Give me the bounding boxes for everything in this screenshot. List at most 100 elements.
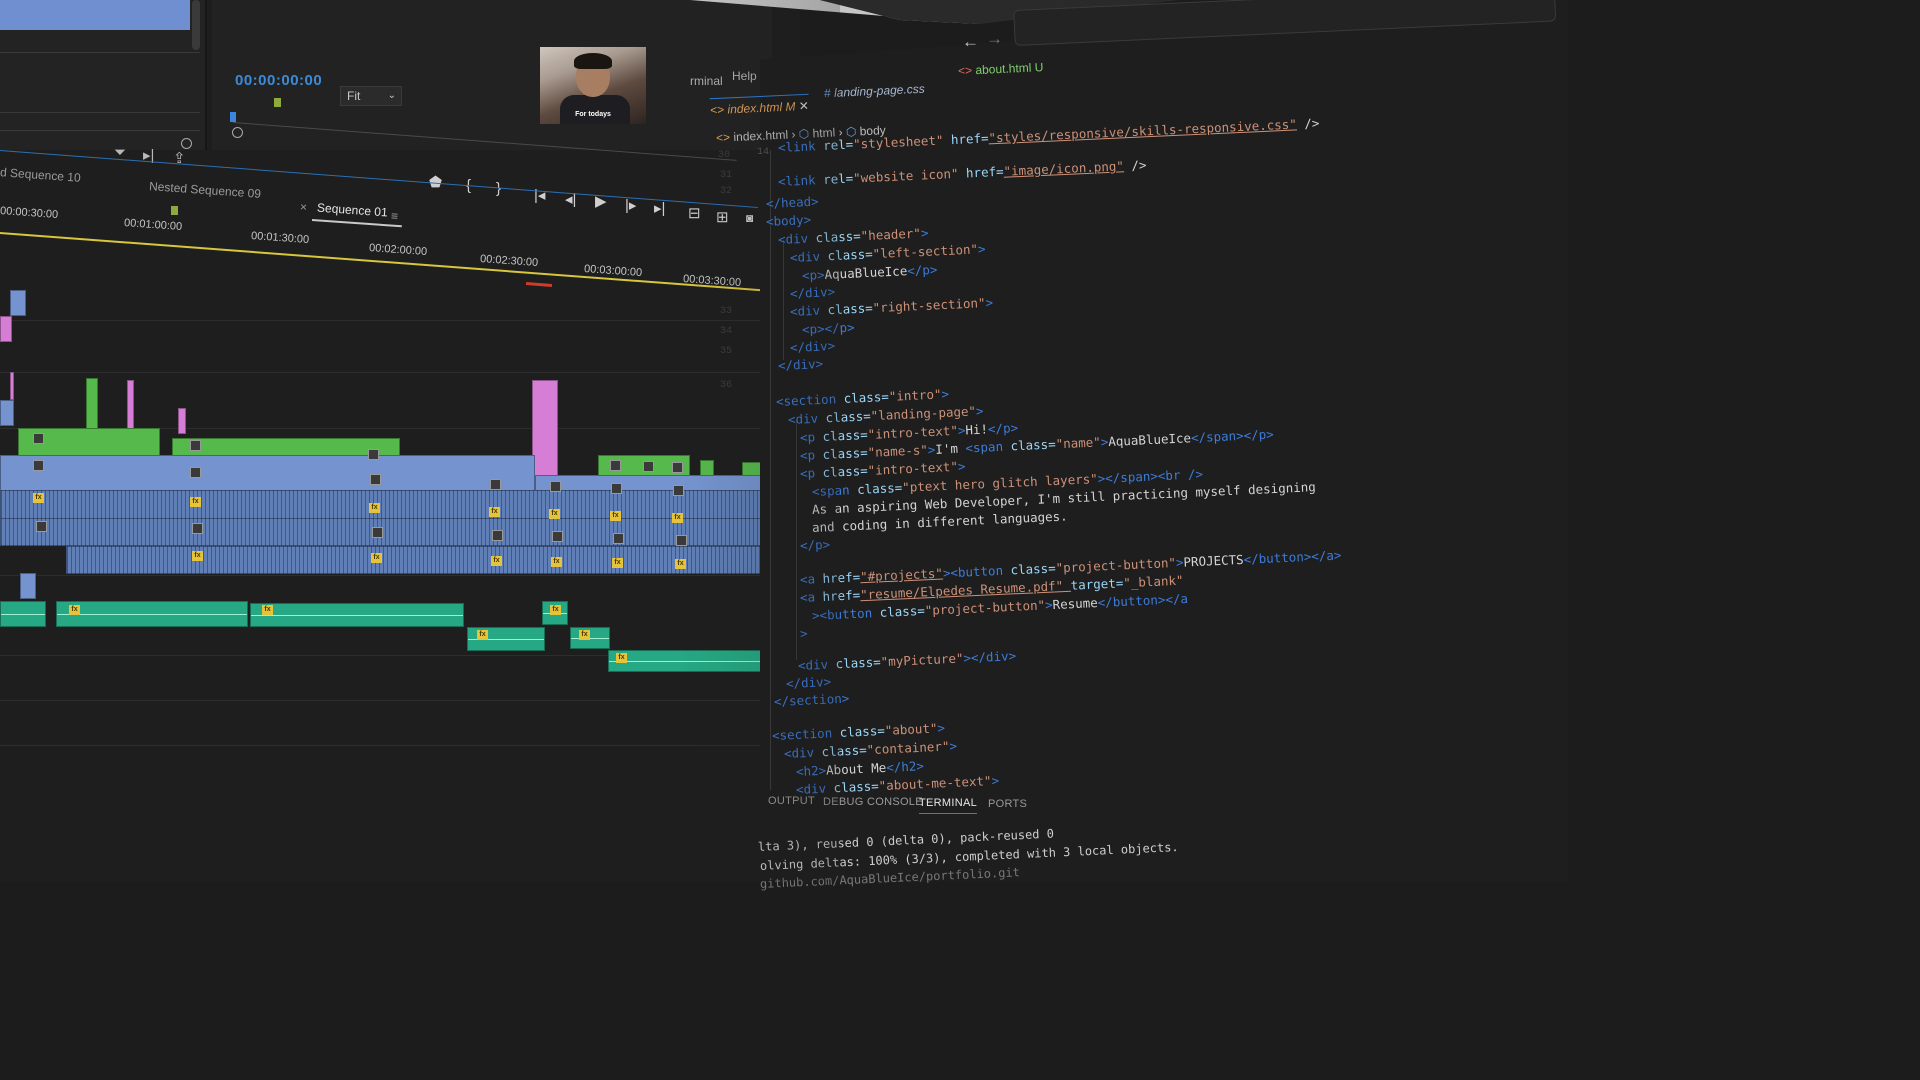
code-line[interactable]: </head> (766, 194, 819, 211)
audio-clip[interactable] (0, 601, 46, 627)
graphic-clip[interactable] (0, 316, 12, 342)
code-token: /> (1296, 115, 1320, 132)
code-token: <link (777, 137, 824, 155)
code-token: I'm (935, 440, 966, 457)
scrollbar[interactable] (192, 0, 200, 50)
clip-effect-marker (552, 531, 563, 542)
marker[interactable] (274, 98, 281, 107)
code-token: rel= (822, 136, 854, 153)
hamburger-icon[interactable]: ≡ (391, 209, 399, 223)
render-bar-red (525, 282, 553, 287)
chevron-down-icon: ⌄ (387, 90, 396, 101)
line-number: 14 (757, 147, 770, 158)
clip-effect-marker (372, 527, 383, 538)
indent-guide (796, 420, 797, 660)
timeline-marker[interactable] (171, 206, 178, 215)
clip-effect-marker (368, 449, 379, 460)
menu-help[interactable]: Help (732, 69, 757, 83)
video-clip[interactable] (10, 290, 26, 316)
clip-effect-marker (370, 474, 381, 485)
fx-badge[interactable]: fx (192, 551, 203, 561)
clip-effect-marker (33, 433, 44, 444)
monitor-playhead[interactable] (230, 112, 236, 122)
code-line[interactable]: <body> (766, 212, 812, 229)
panel-tab-output[interactable]: OUTPUT (768, 795, 815, 807)
fx-badge[interactable]: fx (69, 605, 80, 615)
close-icon[interactable]: ✕ (799, 99, 810, 113)
menu-terminal[interactable]: rminal (690, 74, 723, 88)
fx-badge[interactable]: fx (369, 503, 380, 513)
tab-sequence-10[interactable]: d Sequence 10 (0, 165, 81, 185)
fx-badge[interactable]: fx (551, 557, 562, 567)
code-token: </h2> (885, 758, 925, 775)
video-clip[interactable] (20, 573, 36, 599)
work-area-bar[interactable] (0, 232, 798, 294)
clip-effect-marker (190, 440, 201, 451)
graphic-clip[interactable] (178, 408, 186, 434)
fit-dropdown[interactable]: Fit ⌄ (340, 86, 402, 106)
code-line[interactable]: </div> (790, 338, 836, 355)
indent-guide (783, 240, 784, 360)
zoom-handle[interactable] (181, 138, 192, 149)
code-token: > (957, 458, 966, 474)
panel-tab-terminal[interactable]: TERMINAL (919, 797, 978, 814)
go-to-out-icon[interactable]: ▸| (654, 199, 665, 217)
code-token: <div (797, 656, 836, 673)
fx-badge[interactable]: fx (477, 630, 488, 640)
audio-clip[interactable] (250, 603, 464, 627)
code-token: "_blank" (1122, 572, 1184, 591)
graphic-clip[interactable] (10, 372, 14, 400)
tab-nested-sequence-09[interactable]: Nested Sequence 09 (149, 179, 262, 201)
code-line[interactable]: > (800, 626, 808, 641)
back-arrow-icon[interactable]: ← (962, 32, 979, 52)
scrub-start-handle[interactable] (232, 127, 243, 138)
monitor-timecode[interactable]: 00:00:00:00 (235, 72, 322, 89)
fx-badge[interactable]: fx (33, 493, 44, 503)
panel-tab-ports[interactable]: PORTS (988, 798, 1027, 810)
code-token: ></div> (963, 648, 1017, 666)
code-token: </div> (785, 673, 832, 691)
graphic-clip[interactable] (532, 380, 558, 476)
code-token: <p> (801, 266, 825, 283)
code-token: </p> (987, 420, 1019, 437)
graphic-clip[interactable] (127, 380, 134, 432)
selected-bin-item[interactable] (0, 0, 190, 30)
tab-status: M (785, 99, 796, 114)
code-line[interactable]: </div> (778, 356, 824, 373)
audio-clip[interactable] (570, 627, 610, 649)
clip-effect-marker (190, 467, 201, 478)
fx-badge[interactable]: fx (579, 630, 590, 640)
fx-badge[interactable]: fx (190, 497, 201, 507)
code-line[interactable]: </div> (790, 284, 836, 301)
code-token: <section (775, 390, 845, 409)
tab-sequence-01[interactable]: Sequence 01 (317, 201, 389, 220)
code-line[interactable]: <p></p> (802, 320, 855, 337)
fx-badge[interactable]: fx (262, 605, 273, 615)
fx-badge[interactable]: fx (612, 558, 623, 568)
clip-effect-marker (490, 479, 501, 490)
panel-tab-debug-console[interactable]: DEBUG CONSOLE (823, 796, 923, 808)
video-clip[interactable] (0, 455, 535, 493)
tab-sequence-close-icon[interactable]: × (300, 200, 308, 214)
fx-badge[interactable]: fx (610, 511, 621, 521)
code-token: > (799, 625, 808, 641)
audio-clip[interactable] (56, 601, 248, 627)
fx-badge[interactable]: fx (550, 605, 561, 615)
code-token: <h2> (795, 762, 827, 779)
go-to-in-icon[interactable]: |◂ (534, 186, 545, 204)
fx-badge[interactable]: fx (616, 653, 627, 663)
code-line[interactable]: </div> (786, 674, 832, 691)
fx-badge[interactable]: fx (489, 507, 500, 517)
adjustment-clip[interactable] (86, 378, 98, 432)
video-clip[interactable] (0, 400, 14, 426)
forward-arrow-icon[interactable]: → (986, 29, 1003, 49)
fx-badge[interactable]: fx (491, 556, 502, 566)
code-token: > (977, 241, 986, 257)
code-token: <div (789, 302, 828, 319)
code-token: > (941, 386, 950, 402)
fx-badge[interactable]: fx (371, 553, 382, 563)
code-line[interactable]: </p> (800, 537, 831, 553)
code-token: class= (856, 479, 903, 497)
fx-badge[interactable]: fx (549, 509, 560, 519)
ruler-label: 00:02:00:00 (368, 241, 428, 259)
